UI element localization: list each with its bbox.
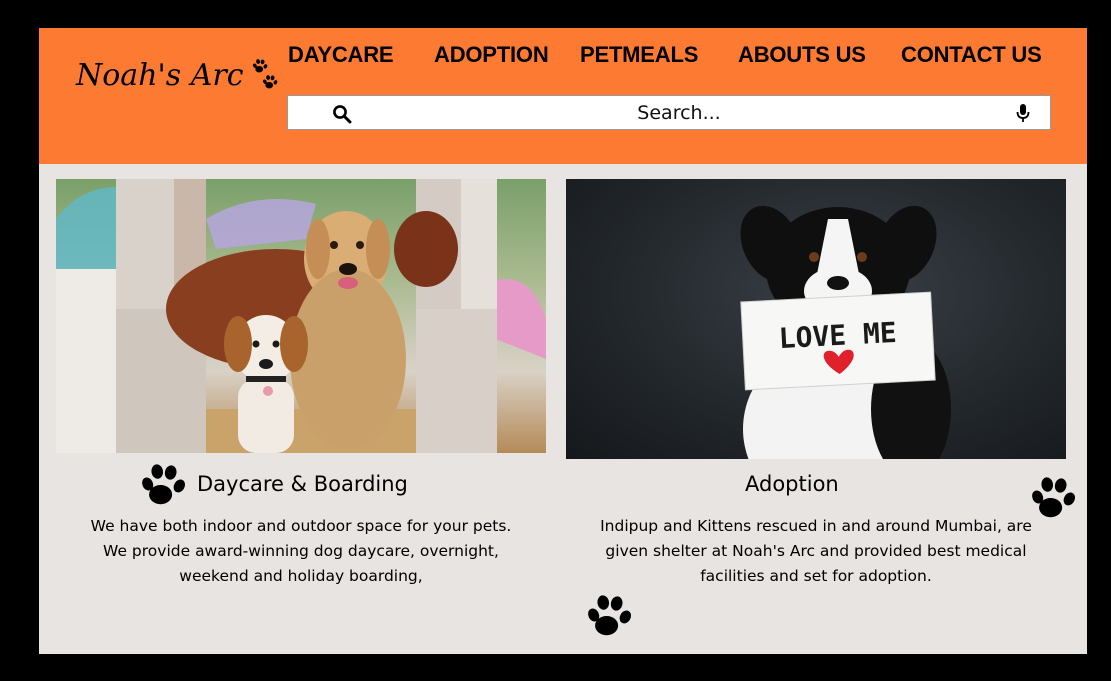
adoption-title[interactable]: Adoption <box>745 472 839 496</box>
daycare-description: We have both indoor and outdoor space fo… <box>90 517 512 585</box>
sign-text: LOVE ME <box>778 316 898 355</box>
search-icon[interactable] <box>332 104 352 124</box>
daycare-title[interactable]: Daycare & Boarding <box>197 472 408 496</box>
paw-print-icon <box>585 591 633 641</box>
paw-print-icon <box>139 461 187 509</box>
search-input[interactable] <box>368 96 990 129</box>
search-bar <box>287 95 1051 130</box>
brand-logo[interactable]: Noah's Arc <box>76 58 280 94</box>
nav-adoption[interactable]: ADOPTION <box>434 42 549 68</box>
app-window: Noah's Arc DAYCARE ADOPTION PETMEALS ABO… <box>39 28 1087 654</box>
microphone-icon[interactable] <box>1016 103 1030 123</box>
brand-name: Noah's Arc <box>76 58 244 93</box>
nav-daycare[interactable]: DAYCARE <box>288 42 394 68</box>
adoption-description: Indipup and Kittens rescued in and aroun… <box>600 517 1032 585</box>
nav-about-us[interactable]: ABOUTS US <box>738 42 866 68</box>
site-header: Noah's Arc DAYCARE ADOPTION PETMEALS ABO… <box>39 28 1087 164</box>
daycare-photo[interactable] <box>56 179 546 453</box>
nav-contact-us[interactable]: CONTACT US <box>901 42 1042 68</box>
adoption-photo[interactable]: LOVE ME <box>566 179 1066 459</box>
logo-paw-icon <box>246 58 280 94</box>
nav-petmeals[interactable]: PETMEALS <box>580 42 698 68</box>
